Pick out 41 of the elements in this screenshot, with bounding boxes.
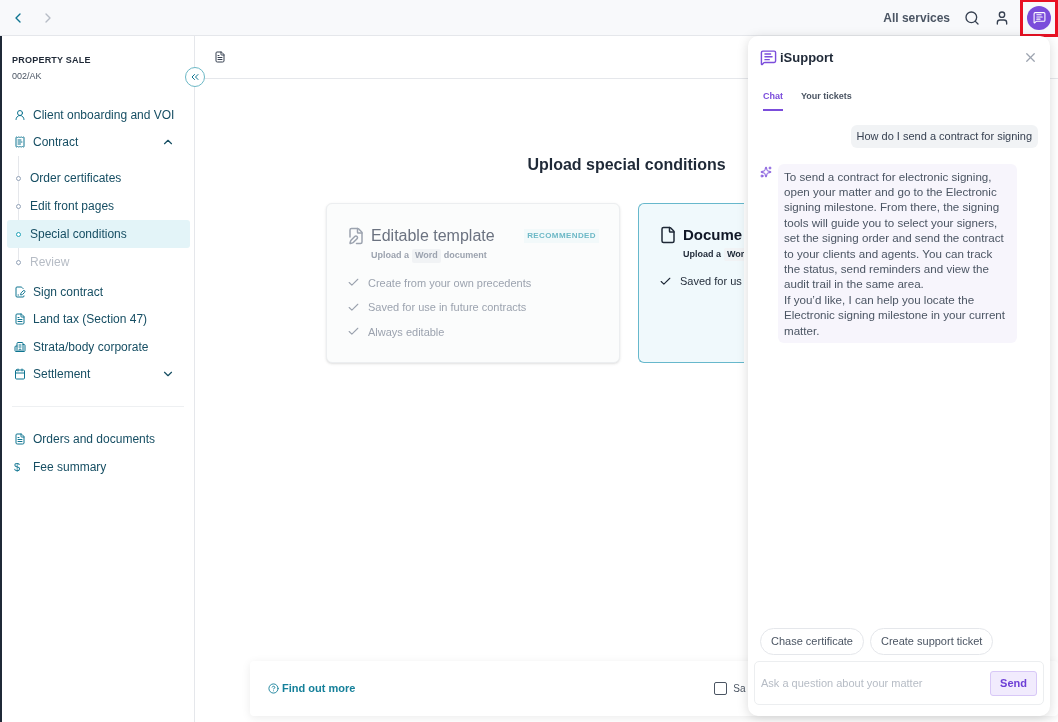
card-title: Editable template	[371, 226, 495, 246]
option-card[interactable]: Docume Upload a Wor Saved for us	[638, 203, 744, 363]
format-chip: Wor	[724, 247, 744, 261]
sidebar-item[interactable]: $ Fee summary	[2, 453, 187, 481]
sidebar-item[interactable]: Strata/body corporate	[2, 333, 187, 361]
sidebar-subitem[interactable]: Order certificates	[7, 164, 190, 192]
find-out-more-link[interactable]: Find out more	[268, 680, 356, 697]
link-text: Find out more	[282, 681, 356, 697]
user-message: How do I send a contract for signing	[850, 125, 1038, 148]
feature-text: Saved for use in future contracts	[368, 300, 527, 315]
question-field[interactable]: Ask a question about your matter Send	[754, 661, 1044, 705]
feature-text: Always editable	[368, 324, 445, 340]
sidebar-item[interactable]: Client onboarding and VOI	[2, 101, 187, 129]
sidebar-item[interactable]: Sign contract	[2, 278, 187, 306]
panel-tab[interactable]: Chat	[763, 89, 783, 111]
panel-tab[interactable]: Your tickets	[801, 89, 852, 111]
message-text: If you’d like, I can help you locate the Electronic signing milestone in your current matter.	[784, 291, 1007, 338]
sidebar-subitem[interactable]: Special conditions	[7, 220, 190, 248]
feature-text: Create from your own precedents	[368, 275, 532, 291]
dollar-sign: $	[14, 459, 22, 475]
sidebar-subitem[interactable]: Edit front pages	[7, 192, 190, 220]
option-card[interactable]: Editable template RECOMMENDED Upload a Word document Create from your own precedents Saved for use in future contracts Always editable	[326, 203, 620, 363]
sidebar-item[interactable]: Settlement	[2, 360, 187, 388]
sidebar-item[interactable]: Contract	[2, 128, 187, 156]
card-subtitle: Upload a	[371, 249, 409, 262]
matter-reference: 002/AK	[11, 69, 43, 83]
all-services-link[interactable]: All services	[883, 8, 950, 27]
card-title: Docume	[683, 225, 743, 245]
panel-title: iSupport	[780, 49, 834, 67]
checkbox-label: Sa	[733, 682, 746, 696]
card-subtitle: Upload a	[683, 247, 721, 261]
sidebar-item[interactable]: Land tax (Section 47)	[2, 305, 187, 333]
feature-text: Saved for us	[680, 274, 742, 289]
recommended-tag: RECOMMENDED	[524, 229, 599, 243]
sidebar-item[interactable]: Orders and documents	[2, 425, 187, 453]
format-chip: Word	[412, 249, 441, 263]
card-subtitle: document	[443, 249, 487, 262]
page-heading: Upload special conditions	[527, 155, 726, 175]
message-text: To send a contract for electronic signing, open your matter and go to the Electronic signing milestone. From there, the signing tools will guide you to select your signers, set the signing order and send the contract to your clients and agents. You can track the status, send reminders and view the audit trail in the same area.	[784, 168, 1005, 292]
send-button[interactable]: Send	[990, 670, 1037, 696]
matter-title: PROPERTY SALE	[11, 54, 92, 67]
